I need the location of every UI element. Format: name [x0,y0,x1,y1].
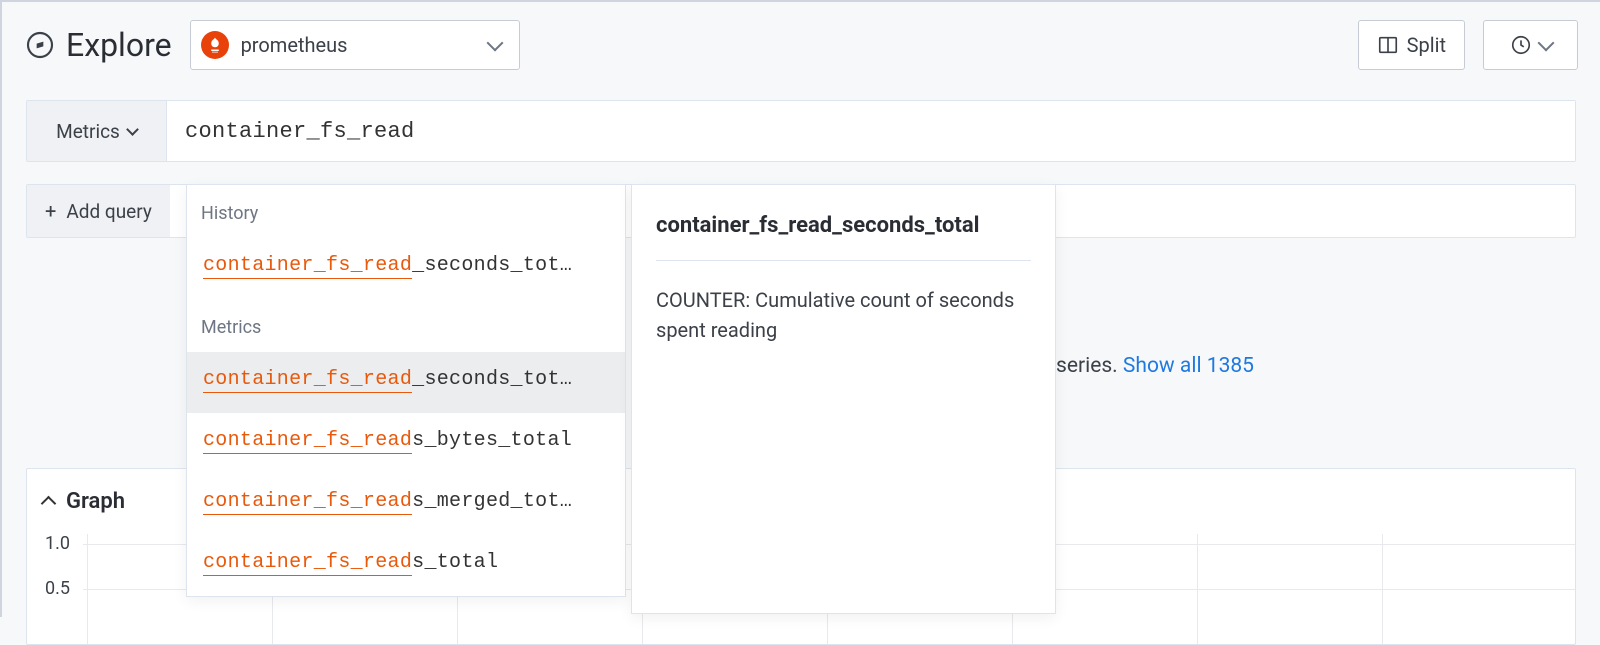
split-label: Split [1407,33,1446,57]
section-metrics: Metrics [187,299,625,352]
matched-prefix: container_fs_read [203,551,412,576]
suffix-text: _seconds_tot… [412,254,572,277]
gridline-vertical [1197,534,1198,644]
datasource-picker[interactable]: prometheus [190,20,520,70]
datasource-name: prometheus [241,33,348,57]
show-all-link[interactable]: Show all 1385 [1123,354,1254,378]
autocomplete-item[interactable]: container_fs_read_seconds_tot… [187,352,625,413]
explore-toolbar: Explore prometheus Split [2,2,1600,100]
plus-icon: + [45,199,56,223]
metric-detail-description: COUNTER: Cumulative count of seconds spe… [656,285,1031,345]
section-history: History [187,185,625,238]
y-tick-label: 1.0 [45,533,70,554]
autocomplete-item[interactable]: container_fs_reads_bytes_total [187,413,625,474]
chevron-down-icon [126,123,139,136]
y-tick-label: 0.5 [45,578,70,599]
suffix-text: _seconds_tot… [412,368,572,391]
gridline-vertical [1382,534,1383,644]
query-input[interactable] [167,101,1575,161]
suffix-text: s_merged_tot… [412,490,572,513]
autocomplete-item[interactable]: container_fs_reads_merged_tot… [187,474,625,535]
series-note: series. Show all 1385 [1056,354,1254,378]
matched-prefix: container_fs_read [203,368,412,393]
autocomplete-item[interactable]: container_fs_reads_total [187,535,625,596]
metrics-label: Metrics [56,120,120,143]
autocomplete-item[interactable]: container_fs_read_seconds_tot… [187,238,625,299]
explore-title-group: Explore [24,26,172,64]
chevron-down-icon [1537,35,1554,52]
metric-detail-title: container_fs_read_seconds_total [656,213,1031,238]
series-note-tail: series. [1056,354,1123,378]
metrics-button[interactable]: Metrics [27,101,167,161]
query-panel: Metrics + Add query Historycontainer_fs_… [26,100,1576,645]
suffix-text: s_total [412,551,498,574]
clock-icon [1510,34,1532,56]
split-button[interactable]: Split [1358,20,1465,70]
chevron-down-icon [486,35,503,52]
suffix-text: s_bytes_total [412,429,572,452]
query-row: Metrics [26,100,1576,162]
graph-title: Graph [66,489,125,514]
chevron-up-icon [41,496,57,512]
add-query-label: Add query [66,200,151,223]
divider [656,260,1031,261]
prometheus-icon [201,31,229,59]
below-query-area: + Add query Historycontainer_fs_read_sec… [26,184,1576,645]
matched-prefix: container_fs_read [203,490,412,515]
gridline-vertical [87,534,88,644]
page-title: Explore [66,26,172,64]
compass-icon [24,29,56,61]
add-query-button[interactable]: + Add query [27,185,170,237]
time-picker[interactable] [1483,20,1578,70]
metric-detail-popup: container_fs_read_seconds_total COUNTER:… [631,184,1056,614]
matched-prefix: container_fs_read [203,429,412,454]
split-columns-icon [1377,34,1399,56]
matched-prefix: container_fs_read [203,254,412,279]
autocomplete-popup: Historycontainer_fs_read_seconds_tot…Met… [186,184,626,597]
